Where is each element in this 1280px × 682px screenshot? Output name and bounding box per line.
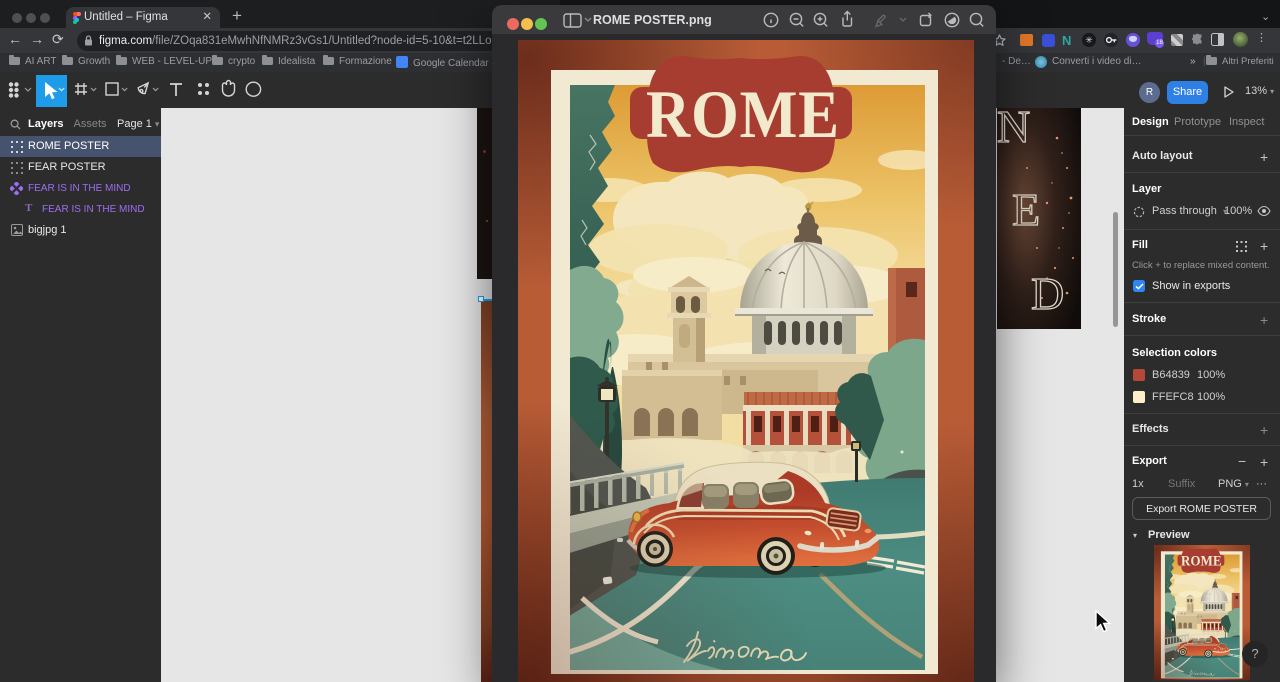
svg-text:N: N [997,108,1030,152]
svg-text:E: E [1012,184,1040,235]
svg-text:D: D [1031,268,1064,319]
